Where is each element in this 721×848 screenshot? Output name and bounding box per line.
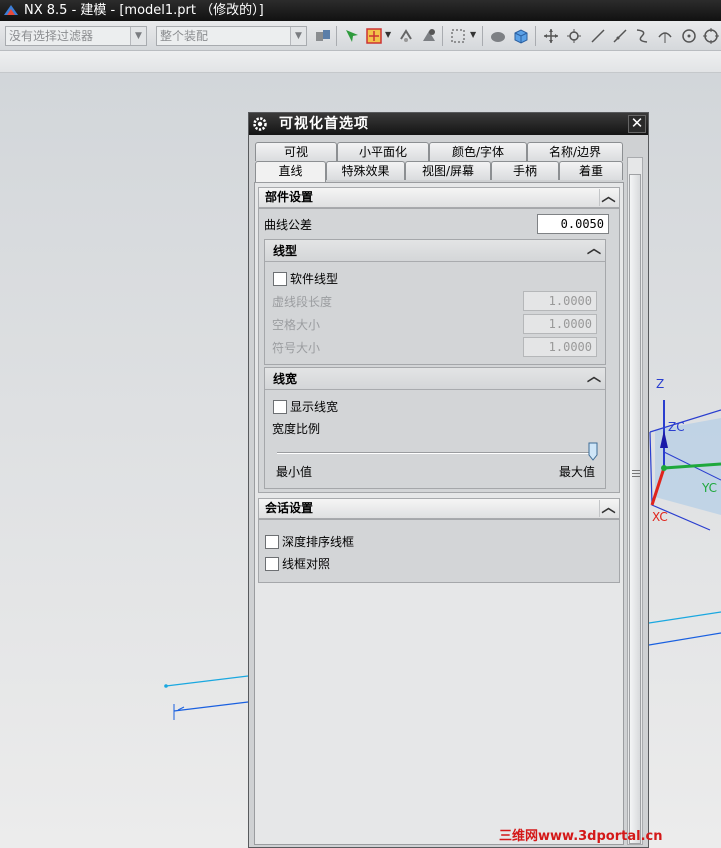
wireframe-contrast-checkbox[interactable]	[265, 557, 279, 571]
part-settings-title: 部件设置	[265, 190, 314, 204]
width-scale-label: 宽度比例	[272, 422, 321, 436]
rotate-icon[interactable]	[565, 27, 583, 45]
select-icon[interactable]	[343, 27, 361, 45]
toolbar-separator	[442, 26, 443, 46]
window-title: NX 8.5 - 建模 - [model1.prt （修改的）]	[24, 3, 264, 18]
linewidth-title: 线宽	[273, 372, 298, 386]
tab-emphasis[interactable]: 着重	[559, 161, 623, 180]
chevron-down-icon[interactable]: ▼	[385, 30, 391, 39]
symbol-size-label: 符号大小	[272, 341, 321, 355]
watermark-text: 三维网www.3dportal.cn	[499, 829, 663, 844]
linetype-group: 线型 ︿ 软件线型 虚线段长度 1.0000 空格大小 1.0000 符号大小 …	[264, 239, 606, 365]
toolbar-separator	[336, 26, 337, 46]
scrollbar-thumb[interactable]	[629, 174, 641, 844]
tab-line[interactable]: 直线	[255, 161, 326, 182]
arc-icon[interactable]	[656, 27, 674, 45]
chevron-up-icon[interactable]: ︿	[585, 241, 603, 258]
box-select-icon[interactable]	[449, 27, 467, 45]
software-linetype-label: 软件线型	[290, 272, 339, 286]
symbol-size-input[interactable]: 1.0000	[523, 337, 597, 357]
tab-names-borders[interactable]: 名称/边界	[527, 142, 623, 161]
solid-icon[interactable]	[489, 27, 507, 45]
curve-tolerance-input[interactable]: 0.0050	[537, 214, 609, 234]
nx-logo-icon	[4, 5, 18, 15]
show-linewidth-checkbox[interactable]	[273, 400, 287, 414]
slider-min-label: 最小值	[276, 465, 313, 479]
tab-view-screen[interactable]: 视图/屏幕	[405, 161, 491, 180]
toolbar-separator	[535, 26, 536, 46]
axis-label-xc: XC	[652, 510, 668, 524]
snap-icon[interactable]	[314, 27, 332, 45]
show-linewidth-label: 显示线宽	[290, 400, 339, 414]
cube-icon[interactable]	[512, 27, 530, 45]
curve-icon[interactable]	[633, 27, 651, 45]
grip-icon	[632, 470, 640, 477]
tab-content-panel: 部件设置 ︿ 曲线公差 0.0050 线型 ︿ 软件线型 虚线段长度 1.000…	[254, 182, 624, 845]
width-scale-slider-track[interactable]	[277, 452, 593, 454]
move-icon[interactable]	[397, 27, 415, 45]
tab-handles[interactable]: 手柄	[491, 161, 559, 180]
linetype-header[interactable]: 线型 ︿	[265, 240, 605, 262]
gear-icon	[253, 117, 267, 131]
part-settings-header[interactable]: 部件设置 ︿	[258, 187, 620, 208]
wireframe-contrast-label: 线框对照	[282, 557, 331, 571]
main-toolbar: 没有选择过滤器 ▼ 整个装配 ▼ ▼ ▼	[0, 21, 721, 51]
sketch-curve[interactable]	[164, 675, 249, 720]
dialog-title-bar[interactable]: 可视化首选项 ✕	[249, 113, 648, 135]
dialog-title: 可视化首选项	[279, 116, 369, 132]
circle-icon[interactable]	[680, 27, 698, 45]
chevron-down-icon[interactable]: ▼	[470, 30, 476, 39]
session-settings-group: 深度排序线框 线框对照	[258, 519, 620, 583]
width-scale-slider-thumb[interactable]	[588, 442, 598, 461]
chevron-up-icon[interactable]: ︿	[585, 369, 603, 386]
assembly-scope-combo[interactable]: 整个装配 ▼	[156, 26, 307, 46]
toolbar-separator	[482, 26, 483, 46]
tab-faceting[interactable]: 小平面化	[337, 142, 429, 161]
close-button[interactable]: ✕	[628, 115, 646, 133]
center-icon[interactable]	[702, 27, 720, 45]
tab-special-effects[interactable]: 特殊效果	[326, 161, 405, 180]
chevron-down-icon: ▼	[290, 27, 306, 45]
move-view-icon[interactable]	[542, 27, 560, 45]
part-settings-group: 曲线公差 0.0050 线型 ︿ 软件线型 虚线段长度 1.0000 空格大小 …	[258, 208, 620, 493]
tab-visual[interactable]: 可视	[255, 142, 337, 161]
line-through-icon[interactable]	[611, 27, 629, 45]
window-title-bar: NX 8.5 - 建模 - [model1.prt （修改的）]	[0, 0, 721, 21]
sketch-curve[interactable]	[648, 611, 721, 646]
line-icon[interactable]	[589, 27, 607, 45]
software-linetype-checkbox[interactable]	[273, 272, 287, 286]
linewidth-header[interactable]: 线宽 ︿	[265, 368, 605, 390]
selection-filter-value: 没有选择过滤器	[9, 29, 94, 43]
linewidth-group: 线宽 ︿ 显示线宽 宽度比例 最小值 最大值	[264, 367, 606, 489]
dash-length-label: 虚线段长度	[272, 295, 333, 309]
tab-color-font[interactable]: 颜色/字体	[429, 142, 527, 161]
session-settings-header[interactable]: 会话设置 ︿	[258, 498, 620, 519]
dash-length-input[interactable]: 1.0000	[523, 291, 597, 311]
depth-sort-wireframe-checkbox[interactable]	[265, 535, 279, 549]
slider-max-label: 最大值	[559, 465, 596, 479]
chevron-up-icon[interactable]: ︿	[599, 500, 617, 517]
selection-filter-combo[interactable]: 没有选择过滤器 ▼	[5, 26, 147, 46]
secondary-toolbar-strip	[0, 51, 721, 73]
space-size-label: 空格大小	[272, 318, 321, 332]
dialog-scrollbar[interactable]	[627, 157, 643, 845]
curve-tolerance-label: 曲线公差	[264, 218, 313, 232]
assembly-scope-value: 整个装配	[160, 29, 209, 43]
visualization-preferences-dialog: 可视化首选项 ✕ 可视 小平面化 颜色/字体 名称/边界 直线 特殊效果 视图/…	[248, 112, 649, 848]
space-size-input[interactable]: 1.0000	[523, 314, 597, 334]
chevron-down-icon: ▼	[130, 27, 146, 45]
chevron-up-icon[interactable]: ︿	[599, 189, 617, 206]
axis-label-yc: YC	[701, 481, 717, 495]
depth-sort-wireframe-label: 深度排序线框	[282, 535, 355, 549]
point-icon[interactable]	[365, 27, 383, 45]
measure-icon[interactable]	[420, 27, 438, 45]
axis-label-z: Z	[656, 377, 664, 391]
axis-label-zc: ZC	[668, 420, 685, 434]
session-settings-title: 会话设置	[265, 501, 314, 515]
linetype-title: 线型	[273, 244, 298, 258]
